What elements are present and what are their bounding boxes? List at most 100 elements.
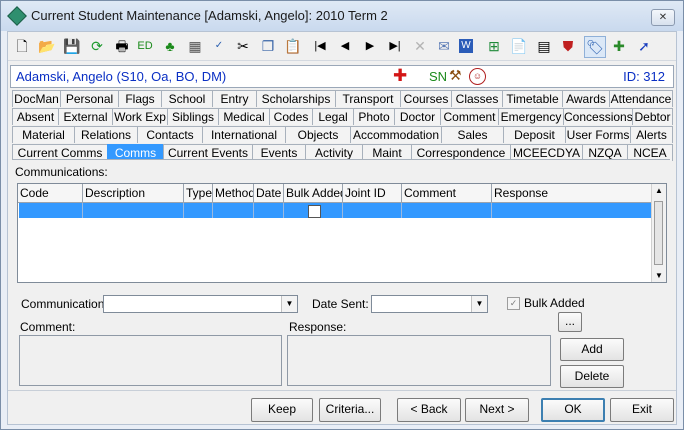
date-sent-dropdown[interactable]: ▼: [371, 295, 488, 313]
tab-objects[interactable]: Objects: [285, 126, 351, 143]
tab-sales[interactable]: Sales: [441, 126, 504, 143]
cell-comment[interactable]: [402, 203, 492, 218]
next-record-icon[interactable]: ▶: [360, 36, 380, 56]
cell-type[interactable]: [184, 203, 213, 218]
cell-method[interactable]: [213, 203, 254, 218]
cell-bulk-added[interactable]: [284, 203, 343, 218]
tab-awards[interactable]: Awards: [562, 90, 610, 107]
col-response[interactable]: Response: [492, 184, 652, 202]
last-record-icon[interactable]: ▶|: [385, 36, 405, 56]
edit-icon[interactable]: ED: [135, 36, 155, 56]
grid-vertical-scrollbar[interactable]: ▲ ▼: [651, 184, 666, 282]
tab-flags[interactable]: Flags: [118, 90, 162, 107]
tab-timetable[interactable]: Timetable: [502, 90, 563, 107]
tab-comment[interactable]: Comment: [440, 108, 499, 125]
tab-classes[interactable]: Classes: [451, 90, 503, 107]
tab-relations[interactable]: Relations: [74, 126, 138, 143]
first-record-icon[interactable]: |◀: [310, 36, 330, 56]
col-comment[interactable]: Comment: [402, 184, 492, 202]
ok-button[interactable]: OK: [541, 398, 605, 422]
delete-icon[interactable]: ✕: [410, 36, 430, 56]
tag-icon[interactable]: 🏷: [584, 36, 606, 58]
arrow-icon[interactable]: ➚: [634, 36, 654, 56]
communications-grid[interactable]: Code Description Type Method Date Bulk A…: [17, 183, 667, 283]
table-row[interactable]: [19, 203, 652, 218]
spellcheck-icon[interactable]: ✓: [209, 36, 229, 56]
keep-button[interactable]: Keep: [251, 398, 313, 422]
tab-deposit[interactable]: Deposit: [503, 126, 566, 143]
tab-school[interactable]: School: [161, 90, 213, 107]
save-icon[interactable]: 💾: [62, 36, 82, 56]
scroll-down-icon[interactable]: ▼: [655, 271, 663, 280]
add-note-icon[interactable]: ✚: [609, 36, 629, 56]
cell-response[interactable]: [492, 203, 652, 218]
col-type[interactable]: Type: [184, 184, 213, 202]
back-button[interactable]: < Back: [397, 398, 461, 422]
tab-debtor[interactable]: Debtor: [632, 108, 673, 125]
scroll-thumb[interactable]: [654, 201, 663, 265]
ellipsis-button[interactable]: ...: [558, 312, 582, 332]
col-description[interactable]: Description: [83, 184, 184, 202]
delete-button[interactable]: Delete: [560, 365, 624, 388]
tab-medical[interactable]: Medical: [218, 108, 270, 125]
copy-icon[interactable]: ❐: [258, 36, 278, 56]
chevron-down-icon[interactable]: ▼: [281, 296, 297, 312]
refresh-icon[interactable]: ⟳: [87, 36, 107, 56]
tab-concessions[interactable]: Concessions: [563, 108, 633, 125]
cell-description[interactable]: [83, 203, 184, 218]
tab-material[interactable]: Material: [12, 126, 75, 143]
tab-siblings[interactable]: Siblings: [167, 108, 219, 125]
tab-international[interactable]: International: [202, 126, 286, 143]
add-button[interactable]: Add: [560, 338, 624, 361]
tab-personal[interactable]: Personal: [60, 90, 119, 107]
new-icon[interactable]: 🗋: [12, 36, 32, 56]
print-icon[interactable]: 🖶: [112, 36, 132, 56]
scroll-up-icon[interactable]: ▲: [655, 186, 663, 195]
calculator-icon[interactable]: ▦: [185, 36, 205, 56]
next-button[interactable]: Next >: [465, 398, 529, 422]
col-bulk-added[interactable]: Bulk Added: [284, 184, 343, 202]
close-button[interactable]: ✕: [651, 9, 675, 26]
col-method[interactable]: Method: [213, 184, 254, 202]
tab-docman[interactable]: DocMan: [12, 90, 61, 107]
bulk-added-checkbox[interactable]: ✓: [507, 297, 520, 310]
col-joint-id[interactable]: Joint ID: [343, 184, 402, 202]
comment-textarea[interactable]: [19, 335, 282, 386]
tab-transport[interactable]: Transport: [335, 90, 401, 107]
paste-icon[interactable]: 📋: [283, 36, 303, 56]
tab-work-exp[interactable]: Work Exp: [112, 108, 168, 125]
response-textarea[interactable]: [287, 335, 551, 386]
network-icon[interactable]: ⊞: [484, 36, 504, 56]
tab-accommodation[interactable]: Accommodation: [350, 126, 442, 143]
tab-photo[interactable]: Photo: [353, 108, 395, 125]
chevron-down-icon[interactable]: ▼: [471, 296, 487, 312]
communication-dropdown[interactable]: ▼: [103, 295, 298, 313]
tab-codes[interactable]: Codes: [269, 108, 313, 125]
tab-alerts[interactable]: Alerts: [630, 126, 673, 143]
tab-legal[interactable]: Legal: [312, 108, 354, 125]
criteria-button[interactable]: Criteria...: [319, 398, 381, 422]
clipboard-icon[interactable]: 📄: [509, 36, 529, 56]
tab-doctor[interactable]: Doctor: [394, 108, 441, 125]
tree-icon[interactable]: ♣: [160, 36, 180, 56]
cell-code[interactable]: [19, 203, 83, 218]
tab-attendance[interactable]: Attendance: [609, 90, 673, 107]
tab-contacts[interactable]: Contacts: [137, 126, 203, 143]
tab-emergency[interactable]: Emergency: [498, 108, 564, 125]
cell-joint-id[interactable]: [343, 203, 402, 218]
tab-courses[interactable]: Courses: [400, 90, 452, 107]
word-icon[interactable]: W: [459, 39, 473, 53]
tab-user-forms[interactable]: User Forms: [565, 126, 631, 143]
calendar-icon[interactable]: ▤: [534, 36, 554, 56]
open-folder-icon[interactable]: 📂: [37, 36, 57, 56]
email-icon[interactable]: ✉: [434, 36, 454, 56]
bulk-added-cell-checkbox[interactable]: [308, 205, 321, 218]
exit-button[interactable]: Exit: [610, 398, 674, 422]
tab-scholarships[interactable]: Scholarships: [256, 90, 336, 107]
cut-icon[interactable]: ✂: [233, 36, 253, 56]
tab-absent[interactable]: Absent: [12, 108, 59, 125]
tab-external[interactable]: External: [58, 108, 113, 125]
previous-record-icon[interactable]: ◀: [335, 36, 355, 56]
cell-date[interactable]: [254, 203, 284, 218]
col-date[interactable]: Date: [254, 184, 284, 202]
